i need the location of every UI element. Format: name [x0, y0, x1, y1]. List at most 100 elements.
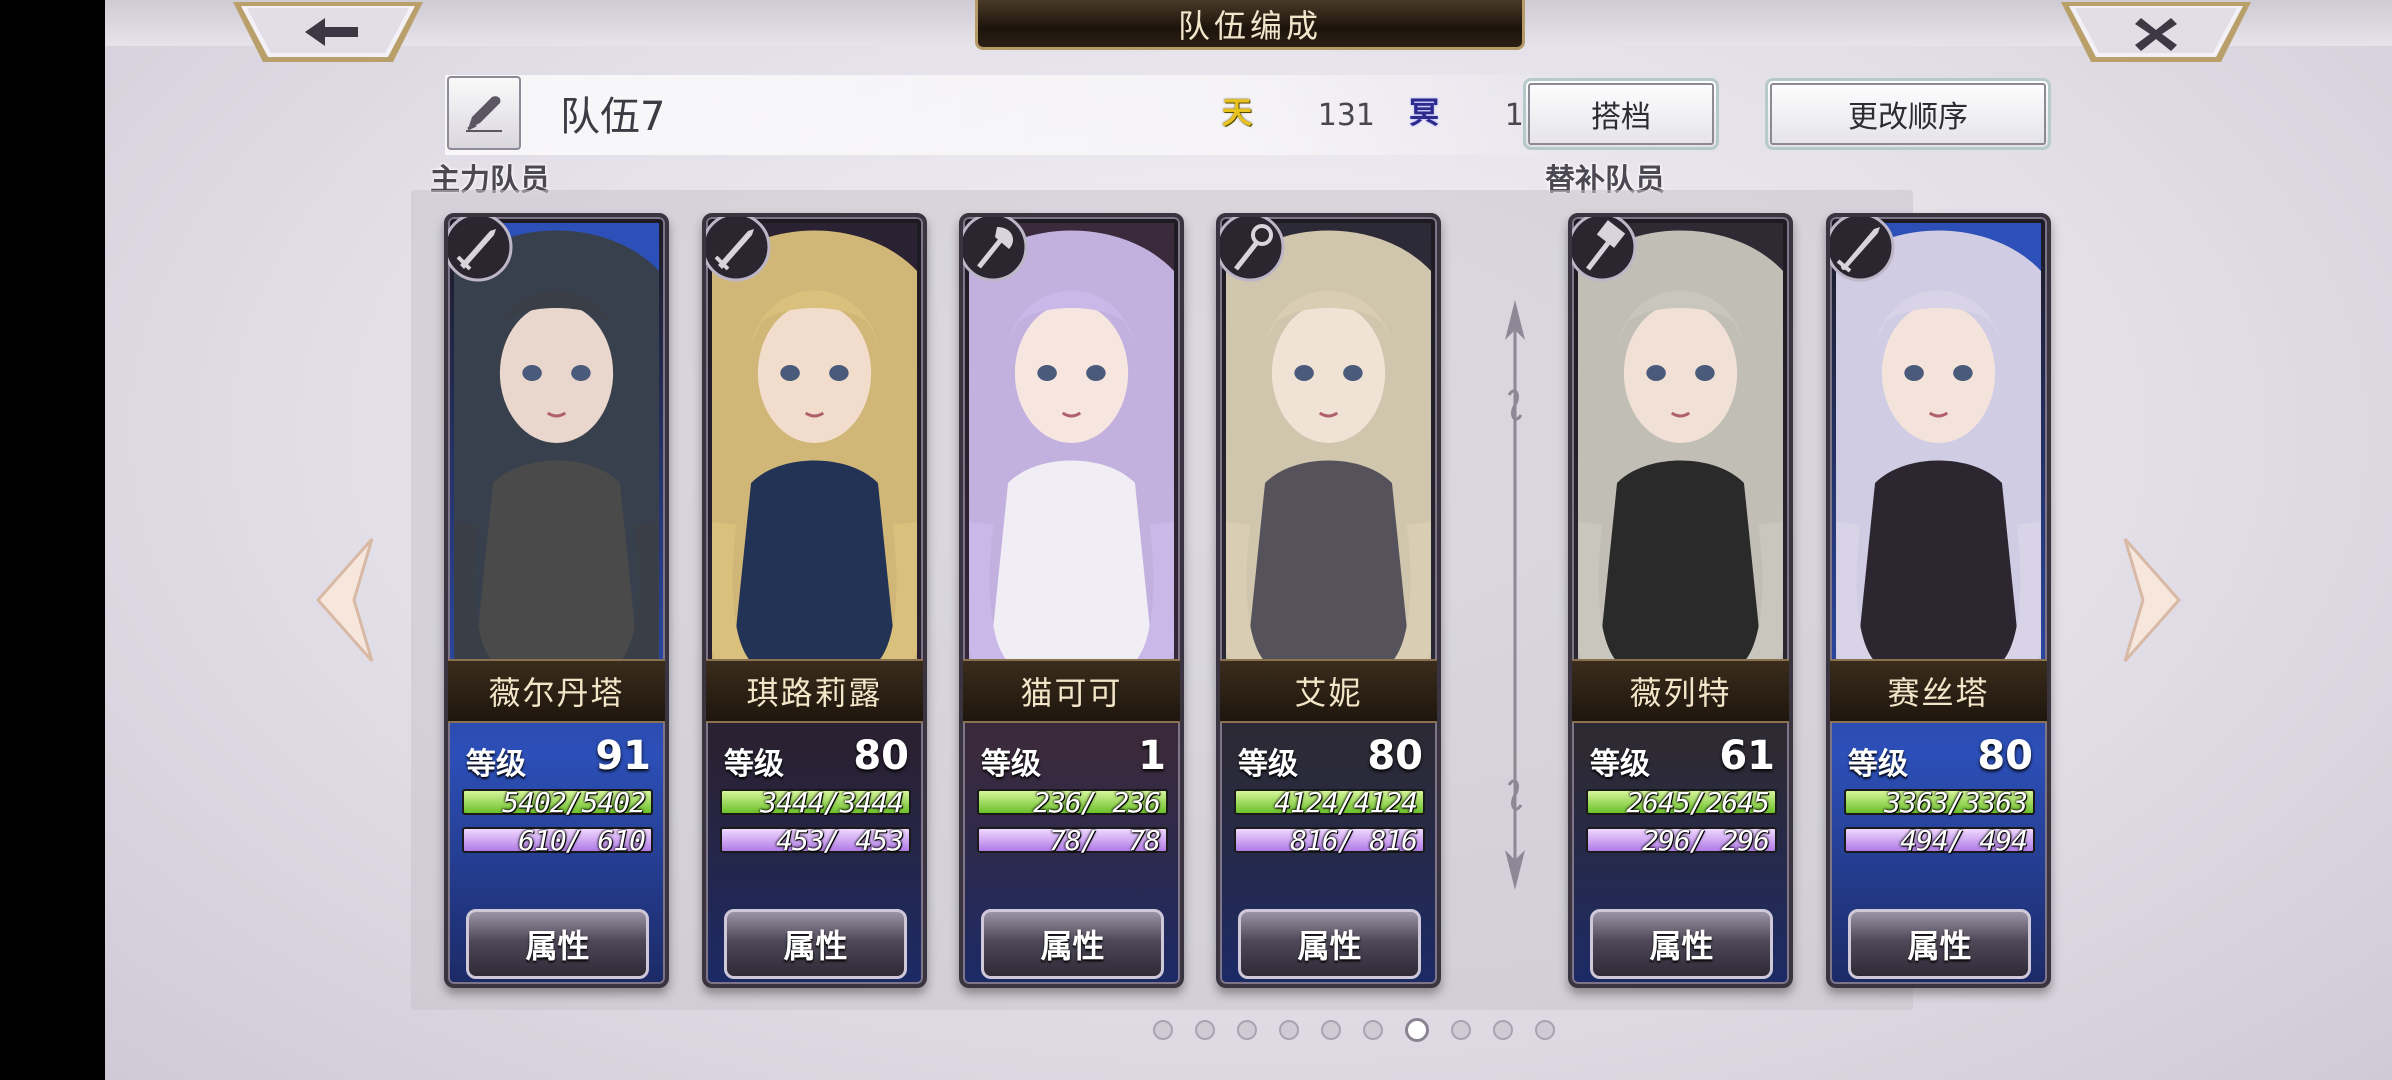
character-name: 琪路莉露	[706, 659, 923, 723]
member-card[interactable]: 琪路莉露 等级 80 3444/3444 453/ 453 属性	[702, 213, 927, 988]
partner-button[interactable]: 搭档	[1523, 78, 1719, 150]
character-stats: 等级 91 5402/5402 610/ 610 属性	[448, 721, 665, 984]
member-card[interactable]: 薇列特等级 61 2645/2645 296/ 296 属性	[1568, 213, 1793, 988]
page-dot[interactable]	[1279, 1020, 1299, 1040]
page-dot[interactable]	[1195, 1020, 1215, 1040]
attributes-button[interactable]: 属性	[1238, 909, 1421, 979]
attributes-button[interactable]: 属性	[981, 909, 1164, 979]
character-stats: 等级 80 4124/4124 816/ 816 属性	[1220, 721, 1437, 984]
next-team-button[interactable]	[2117, 535, 2187, 665]
mp-text: 453/ 453	[760, 824, 904, 857]
mp-bar: 816/ 816	[1234, 824, 1425, 857]
hp-bar: 3444/3444	[720, 786, 911, 819]
character-name: 薇尔丹塔	[448, 659, 665, 723]
member-card[interactable]: 赛丝塔 等级 80 3363/3363 494/ 494 属性	[1826, 213, 2051, 988]
character-portrait	[454, 223, 659, 673]
character-portrait	[1578, 223, 1783, 673]
underworld-glyph: 冥	[1409, 96, 1439, 131]
chevron-right-icon	[2123, 538, 2182, 662]
heaven-element-icon: 天	[1218, 90, 1256, 131]
attributes-button[interactable]: 属性	[1590, 909, 1773, 979]
member-card[interactable]: 艾妮等级 80 4124/4124 816/ 816 属性	[1216, 213, 1441, 988]
character-stats: 等级 61 2645/2645 296/ 296 属性	[1572, 721, 1789, 984]
character-stats: 等级 80 3363/3363 494/ 494 属性	[1830, 721, 2047, 984]
edit-team-name-button[interactable]	[447, 76, 521, 150]
level-label: 等级	[466, 747, 526, 782]
page-dot[interactable]	[1363, 1020, 1383, 1040]
character-portrait	[712, 223, 917, 673]
hp-bar: 5402/5402	[462, 786, 653, 819]
page-dot[interactable]	[1493, 1020, 1513, 1040]
page-title: 队伍编成	[975, 0, 1525, 50]
character-stats: 等级 1 236/ 236 78/ 78 属性	[963, 721, 1180, 984]
chevron-left-icon	[315, 538, 374, 662]
page-dot[interactable]	[1451, 1020, 1471, 1040]
hp-bar: 2645/2645	[1586, 786, 1777, 819]
attributes-button[interactable]: 属性	[1848, 909, 2031, 979]
level-value: 61	[1719, 733, 1775, 779]
underworld-element-icon: 冥	[1405, 90, 1443, 131]
character-name: 猫可可	[963, 659, 1180, 723]
member-divider	[1495, 300, 1535, 890]
team-pagination	[1153, 1018, 1555, 1042]
page-dot[interactable]	[1535, 1020, 1555, 1040]
back-button[interactable]	[233, 0, 423, 66]
character-name: 薇列特	[1572, 659, 1789, 723]
level-label: 等级	[1238, 747, 1298, 782]
hp-text: 3444/3444	[760, 786, 904, 819]
level-label: 等级	[981, 747, 1041, 782]
mp-bar: 296/ 296	[1586, 824, 1777, 857]
member-card[interactable]: 薇尔丹塔等级 91 5402/5402 610/ 610 属性	[444, 213, 669, 988]
mp-bar: 453/ 453	[720, 824, 911, 857]
character-name: 艾妮	[1220, 659, 1437, 723]
blade-icon	[1830, 217, 1896, 283]
member-card[interactable]: 猫可可等级 1 236/ 236 78/ 78 属性	[959, 213, 1184, 988]
mp-text: 816/ 816	[1274, 824, 1418, 857]
character-portrait	[1226, 223, 1431, 673]
level-value: 1	[1138, 733, 1166, 779]
mp-text: 296/ 296	[1626, 824, 1770, 857]
mp-text: 610/ 610	[502, 824, 646, 857]
hp-text: 2645/2645	[1626, 786, 1770, 819]
level-label: 等级	[1848, 747, 1908, 782]
character-portrait	[1836, 223, 2041, 673]
sword-icon	[706, 217, 772, 283]
heaven-glyph: 天	[1222, 96, 1252, 131]
hammer-icon	[1572, 217, 1638, 283]
team-name: 队伍7	[560, 94, 666, 140]
close-icon	[2061, 2, 2251, 62]
reorder-button[interactable]: 更改顺序	[1765, 78, 2051, 150]
mp-bar: 494/ 494	[1844, 824, 2035, 857]
level-value: 80	[1367, 733, 1423, 779]
hp-bar: 236/ 236	[977, 786, 1168, 819]
hp-text: 5402/5402	[502, 786, 646, 819]
character-stats: 等级 80 3444/3444 453/ 453 属性	[706, 721, 923, 984]
page-dot[interactable]	[1321, 1020, 1341, 1040]
team-formation-screen: 队伍编成 队伍7 天 131 冥 141 搭档 更改顺序 主力队员 替补队员	[105, 0, 2392, 1080]
axe-icon	[963, 217, 1029, 283]
sword-icon	[448, 217, 514, 283]
quill-icon	[466, 96, 502, 132]
character-portrait	[969, 223, 1174, 673]
mp-bar: 78/ 78	[977, 824, 1168, 857]
hp-text: 4124/4124	[1274, 786, 1418, 819]
hp-bar: 4124/4124	[1234, 786, 1425, 819]
page-dot[interactable]	[1405, 1018, 1429, 1042]
prev-team-button[interactable]	[310, 535, 380, 665]
mp-text: 78/ 78	[1017, 824, 1161, 857]
page-dot[interactable]	[1153, 1020, 1173, 1040]
level-label: 等级	[1590, 747, 1650, 782]
level-value: 80	[853, 733, 909, 779]
attributes-button[interactable]: 属性	[466, 909, 649, 979]
character-name: 赛丝塔	[1830, 659, 2047, 723]
attributes-button[interactable]: 属性	[724, 909, 907, 979]
hp-bar: 3363/3363	[1844, 786, 2035, 819]
level-value: 91	[595, 733, 651, 779]
page-dot[interactable]	[1237, 1020, 1257, 1040]
close-button[interactable]	[2061, 0, 2251, 66]
back-arrow-icon	[233, 2, 423, 62]
hp-text: 3363/3363	[1884, 786, 2028, 819]
mp-bar: 610/ 610	[462, 824, 653, 857]
heaven-element-value: 131	[1317, 98, 1375, 133]
hp-text: 236/ 236	[1017, 786, 1161, 819]
